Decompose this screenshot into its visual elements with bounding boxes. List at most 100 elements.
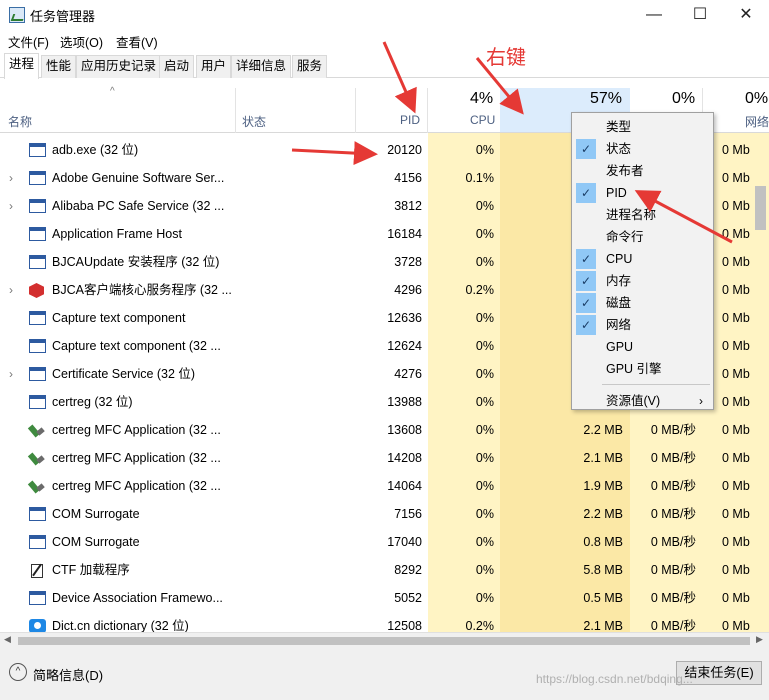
process-cpu: 0.2% (465, 619, 495, 632)
window-process-icon (29, 227, 46, 241)
process-network: 0 Mb (722, 395, 750, 409)
tab-performance[interactable]: 性能 (41, 55, 77, 78)
context-menu-item[interactable]: GPU 引擎 (572, 358, 713, 380)
submenu-arrow-icon: › (699, 394, 703, 408)
close-button[interactable]: ✕ (723, 0, 769, 30)
red-process-icon (29, 283, 44, 298)
process-disk: 0 MB/秒 (650, 479, 696, 493)
context-menu-item[interactable]: ✓ 磁盘 (572, 292, 713, 314)
fewer-details-link[interactable]: 简略信息(D) (33, 665, 103, 684)
process-pid: 17040 (387, 535, 422, 549)
process-disk: 0 MB/秒 (650, 451, 696, 465)
scroll-left-icon[interactable]: ◀ (4, 634, 11, 645)
checkmark-icon: ✓ (576, 249, 596, 269)
context-menu-item[interactable]: ✓ CPU (572, 248, 713, 270)
process-row[interactable]: Dict.cn dictionary (32 位) 12508 0.2% 2.1 MB… (0, 612, 769, 632)
process-row[interactable]: certreg MFC Application (32 ... 14208 0% 2.… (0, 444, 769, 472)
process-name: certreg MFC Application (32 ... (52, 423, 221, 437)
process-memory: 0.8 MB (583, 535, 623, 549)
horizontal-scrollbar-thumb[interactable] (18, 637, 750, 645)
process-name: Capture text component (32 ... (52, 339, 221, 353)
context-menu-label: 资源值(V) (606, 394, 661, 408)
process-name: Device Association Framewo... (52, 591, 223, 605)
expand-chevron-icon[interactable]: › (9, 192, 13, 220)
scroll-right-icon[interactable]: ▶ (756, 634, 763, 645)
disk-percent: 0% (672, 90, 696, 107)
process-row[interactable]: COM Surrogate 7156 0% 2.2 MB 0 MB/秒 0 Mb (0, 500, 769, 528)
process-network: 0 Mb (722, 339, 750, 353)
tab-bar: 进程 性能 应用历史记录 启动 用户 详细信息 服务 (0, 52, 769, 79)
process-row[interactable]: CTF 加载程序 8292 0% 5.8 MB 0 MB/秒 0 Mb (0, 556, 769, 584)
context-menu-item[interactable]: ✓ 网络 (572, 314, 713, 336)
col-status[interactable]: 状态 (242, 113, 266, 130)
expand-chevron-icon[interactable]: › (9, 164, 13, 192)
window-title: 任务管理器 (30, 9, 96, 24)
chevron-up-icon[interactable]: ^ (9, 663, 27, 681)
horizontal-scrollbar[interactable]: ◀ ▶ (0, 632, 769, 649)
ctf-process-icon (29, 563, 46, 578)
process-name: certreg MFC Application (32 ... (52, 451, 221, 465)
process-cpu: 0.2% (465, 283, 495, 297)
tab-services[interactable]: 服务 (292, 55, 328, 78)
process-network: 0 Mb (722, 451, 750, 465)
tab-details[interactable]: 详细信息 (231, 55, 292, 78)
process-cpu: 0% (475, 311, 494, 325)
tab-startup[interactable]: 启动 (159, 55, 195, 78)
menu-options[interactable]: 选项(O) (60, 32, 103, 51)
minimize-button[interactable]: — (631, 0, 677, 30)
checkmark-icon: ✓ (576, 139, 596, 159)
context-menu-item[interactable]: 命令行 (572, 226, 713, 248)
tab-app-history[interactable]: 应用历史记录 (76, 55, 162, 78)
menu-view[interactable]: 查看(V) (116, 32, 158, 51)
window-process-icon (29, 199, 46, 213)
col-cpu[interactable]: CPU (470, 113, 495, 127)
col-network[interactable]: 网络 (745, 113, 769, 130)
expand-chevron-icon[interactable]: › (9, 360, 13, 388)
process-row[interactable]: certreg MFC Application (32 ... 13608 0% 2.… (0, 416, 769, 444)
tab-users[interactable]: 用户 (196, 55, 232, 78)
window-process-icon (29, 535, 46, 549)
process-memory: 2.1 MB (583, 451, 623, 465)
context-menu-item[interactable]: ✓ PID (572, 182, 713, 204)
process-pid: 8292 (394, 563, 422, 577)
process-name: adb.exe (32 位) (52, 143, 139, 157)
process-network: 0 Mb (722, 479, 750, 493)
process-cpu: 0% (475, 423, 494, 437)
col-pid[interactable]: PID (400, 113, 420, 127)
process-pid: 13608 (387, 423, 422, 437)
window-process-icon (29, 507, 46, 521)
process-name: certreg MFC Application (32 ... (52, 479, 221, 493)
vertical-scrollbar-thumb[interactable] (755, 186, 766, 230)
process-name: Application Frame Host (52, 227, 182, 241)
process-pid: 5052 (394, 591, 422, 605)
process-network: 0 Mb (722, 171, 750, 185)
context-menu-item[interactable]: 发布者 (572, 160, 713, 182)
process-cpu: 0% (475, 339, 494, 353)
process-name: COM Surrogate (52, 535, 140, 549)
tab-processes[interactable]: 进程 (4, 53, 40, 79)
context-menu-label: 内存 (606, 274, 632, 288)
window-process-icon (29, 367, 46, 381)
process-cpu: 0% (475, 367, 494, 381)
process-pid: 7156 (394, 507, 422, 521)
process-row[interactable]: COM Surrogate 17040 0% 0.8 MB 0 MB/秒 0 Mb (0, 528, 769, 556)
context-menu-item[interactable]: GPU (572, 336, 713, 358)
process-cpu: 0% (475, 507, 494, 521)
context-menu-item[interactable]: 资源值(V) › (572, 390, 713, 412)
menu-file[interactable]: 文件(F) (8, 32, 49, 51)
col-name[interactable]: 名称 (8, 113, 32, 130)
window-process-icon (29, 395, 46, 409)
expand-chevron-icon[interactable]: › (9, 276, 13, 304)
maximize-button[interactable]: ☐ (677, 0, 723, 30)
process-row[interactable]: Device Association Framewo... 5052 0% 0.5 M… (0, 584, 769, 612)
context-menu-item[interactable]: ✓ 状态 (572, 138, 713, 160)
context-menu-item[interactable]: 进程名称 (572, 204, 713, 226)
process-row[interactable]: certreg MFC Application (32 ... 14064 0% 1.… (0, 472, 769, 500)
process-name: COM Surrogate (52, 507, 140, 521)
process-disk: 0 MB/秒 (650, 535, 696, 549)
process-pid: 12636 (387, 311, 422, 325)
process-disk: 0 MB/秒 (650, 591, 696, 605)
context-menu-item[interactable]: ✓ 内存 (572, 270, 713, 292)
process-network: 0 Mb (722, 591, 750, 605)
context-menu-item[interactable]: 类型 (572, 116, 713, 138)
